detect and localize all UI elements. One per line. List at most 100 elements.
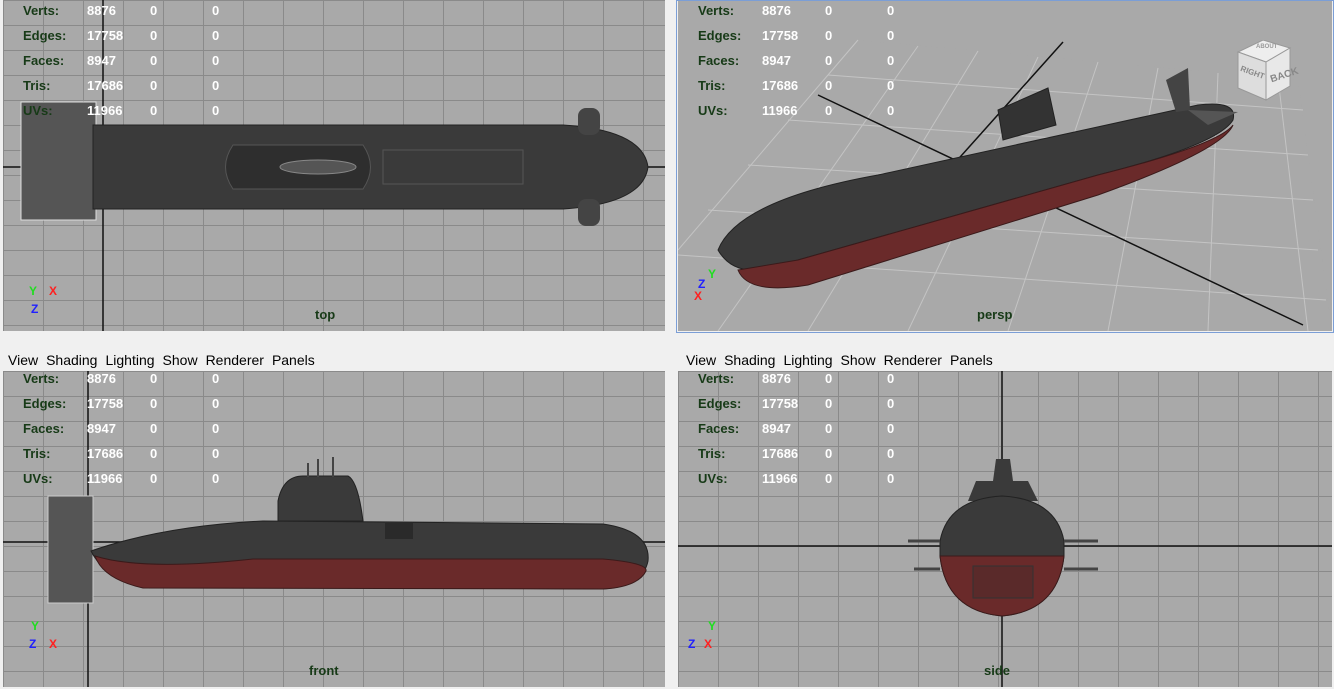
hud-value: 0 <box>887 396 895 411</box>
front-panel-menubar: View Shading Lighting Show Renderer Panels <box>8 349 323 371</box>
hud-label: Tris: <box>23 78 51 93</box>
hud-label: Tris: <box>698 78 726 93</box>
axis-z-label: Z <box>29 637 37 651</box>
hud-row-edges: Edges: 17758 0 0 <box>3 393 263 418</box>
axis-z-label: Z <box>31 302 39 316</box>
viewport-front-panel[interactable]: View Shading Lighting Show Renderer Panels Y … <box>0 348 667 689</box>
hud-label: Faces: <box>23 53 65 68</box>
hud-label: Faces: <box>698 53 740 68</box>
hud-label: Verts: <box>698 3 735 18</box>
viewport-top-panel[interactable]: Y X Z top Verts: 8876 0 0 Edges: 17758 0… <box>0 0 667 334</box>
hud-value: 0 <box>887 78 895 93</box>
axis-y-label: Y <box>31 619 40 633</box>
hud-label: Tris: <box>23 446 51 461</box>
hud-label: Faces: <box>23 421 65 436</box>
hud-row-uvs: UVs: 11966 0 0 <box>3 100 263 125</box>
hud-row-edges: Edges: 17758 0 0 <box>3 25 263 50</box>
hud-value: 17686 <box>762 446 799 461</box>
viewport-side-panel[interactable]: View Shading Lighting Show Renderer Panels Y … <box>676 348 1334 689</box>
menu-panels[interactable]: Panels <box>272 349 315 371</box>
hud-row-faces: Faces: 8947 0 0 <box>3 418 263 443</box>
hud-value: 11966 <box>762 103 798 118</box>
hud-value: 0 <box>887 421 895 436</box>
hud-value: 0 <box>825 371 833 386</box>
camera-name-front: front <box>309 663 339 678</box>
viewport-persp-panel[interactable]: RIGHT BACK ABOUT Y Z X persp Verts: 8876… <box>676 0 1334 334</box>
axis-y-label: Y <box>708 267 717 281</box>
hud-value: 0 <box>825 446 833 461</box>
hud-value: 0 <box>825 471 833 486</box>
viewport-front[interactable]: Y Z X front Verts: 8876 0 0 Edges: 17758… <box>3 371 665 687</box>
menu-view[interactable]: View <box>686 349 716 371</box>
hud-row-tris: Tris: 17686 0 0 <box>678 443 938 468</box>
hud-row-edges: Edges: 17758 0 0 <box>678 25 938 50</box>
hud-value: 0 <box>212 396 220 411</box>
hud-value: 0 <box>150 371 158 386</box>
hud-value: 8876 <box>762 3 791 18</box>
camera-name-top: top <box>315 307 336 322</box>
hud-row-faces: Faces: 8947 0 0 <box>3 50 263 75</box>
hud-value: 8947 <box>87 53 116 68</box>
hud-row-verts: Verts: 8876 0 0 <box>678 371 938 393</box>
hud-value: 0 <box>212 103 220 118</box>
hud-value: 8876 <box>762 371 791 386</box>
hud-value: 0 <box>150 446 158 461</box>
hud-label: Tris: <box>698 446 726 461</box>
hud-row-uvs: UVs: 11966 0 0 <box>678 468 938 493</box>
hud-value: 0 <box>150 53 158 68</box>
hud-value: 11966 <box>87 103 123 118</box>
hud-value: 0 <box>150 396 158 411</box>
hud-row-tris: Tris: 17686 0 0 <box>3 75 263 100</box>
hud-value: 0 <box>212 421 220 436</box>
hud-value: 0 <box>887 53 895 68</box>
axis-x-label: X <box>49 284 58 298</box>
hud-row-verts: Verts: 8876 0 0 <box>3 0 263 25</box>
hud-value: 0 <box>887 446 895 461</box>
menu-lighting[interactable]: Lighting <box>783 349 832 371</box>
hud-row-faces: Faces: 8947 0 0 <box>678 418 938 443</box>
hud-label: UVs: <box>698 103 728 118</box>
hud-label: Edges: <box>23 396 67 411</box>
camera-name-side: side <box>984 663 1011 678</box>
hud-label: UVs: <box>23 471 53 486</box>
hud-label: Verts: <box>23 3 60 18</box>
hud-value: 0 <box>825 28 833 43</box>
hud-row-tris: Tris: 17686 0 0 <box>3 443 263 468</box>
viewport-top[interactable]: Y X Z top Verts: 8876 0 0 Edges: 17758 0… <box>3 0 665 331</box>
hud-value: 0 <box>212 471 220 486</box>
hud-label: Edges: <box>698 28 742 43</box>
viewport-side[interactable]: Y Z X side Verts: 8876 0 0 Edges: 17758 … <box>678 371 1332 687</box>
hud-value: 0 <box>150 103 158 118</box>
hud-row-faces: Faces: 8947 0 0 <box>678 50 938 75</box>
hud-value: 0 <box>825 396 833 411</box>
menu-lighting[interactable]: Lighting <box>105 349 154 371</box>
hud-label: UVs: <box>23 103 53 118</box>
hud-value: 0 <box>212 53 220 68</box>
axis-x-label: X <box>704 637 713 651</box>
axis-x-label: X <box>694 289 703 303</box>
menu-shading[interactable]: Shading <box>46 349 97 371</box>
menu-renderer[interactable]: Renderer <box>884 349 942 371</box>
menu-shading[interactable]: Shading <box>724 349 775 371</box>
hud-value: 0 <box>887 103 895 118</box>
side-panel-menubar: View Shading Lighting Show Renderer Panels <box>686 349 1001 371</box>
menu-view[interactable]: View <box>8 349 38 371</box>
hud-value: 0 <box>887 28 895 43</box>
menu-panels[interactable]: Panels <box>950 349 993 371</box>
hud-label: Verts: <box>23 371 60 386</box>
hud-row-tris: Tris: 17686 0 0 <box>678 75 938 100</box>
hud-value: 0 <box>212 446 220 461</box>
menu-show[interactable]: Show <box>841 349 876 371</box>
menu-renderer[interactable]: Renderer <box>206 349 264 371</box>
hud-value: 8947 <box>762 421 791 436</box>
hud-value: 17758 <box>762 28 799 43</box>
hud-value: 17758 <box>87 28 124 43</box>
hud-value: 0 <box>825 103 833 118</box>
axis-x-label: X <box>49 637 58 651</box>
axis-z-label: Z <box>688 637 696 651</box>
hud-value: 0 <box>212 3 220 18</box>
hud-value: 17686 <box>762 78 799 93</box>
hud-label: Edges: <box>698 396 742 411</box>
menu-show[interactable]: Show <box>163 349 198 371</box>
hud-label: Edges: <box>23 28 67 43</box>
